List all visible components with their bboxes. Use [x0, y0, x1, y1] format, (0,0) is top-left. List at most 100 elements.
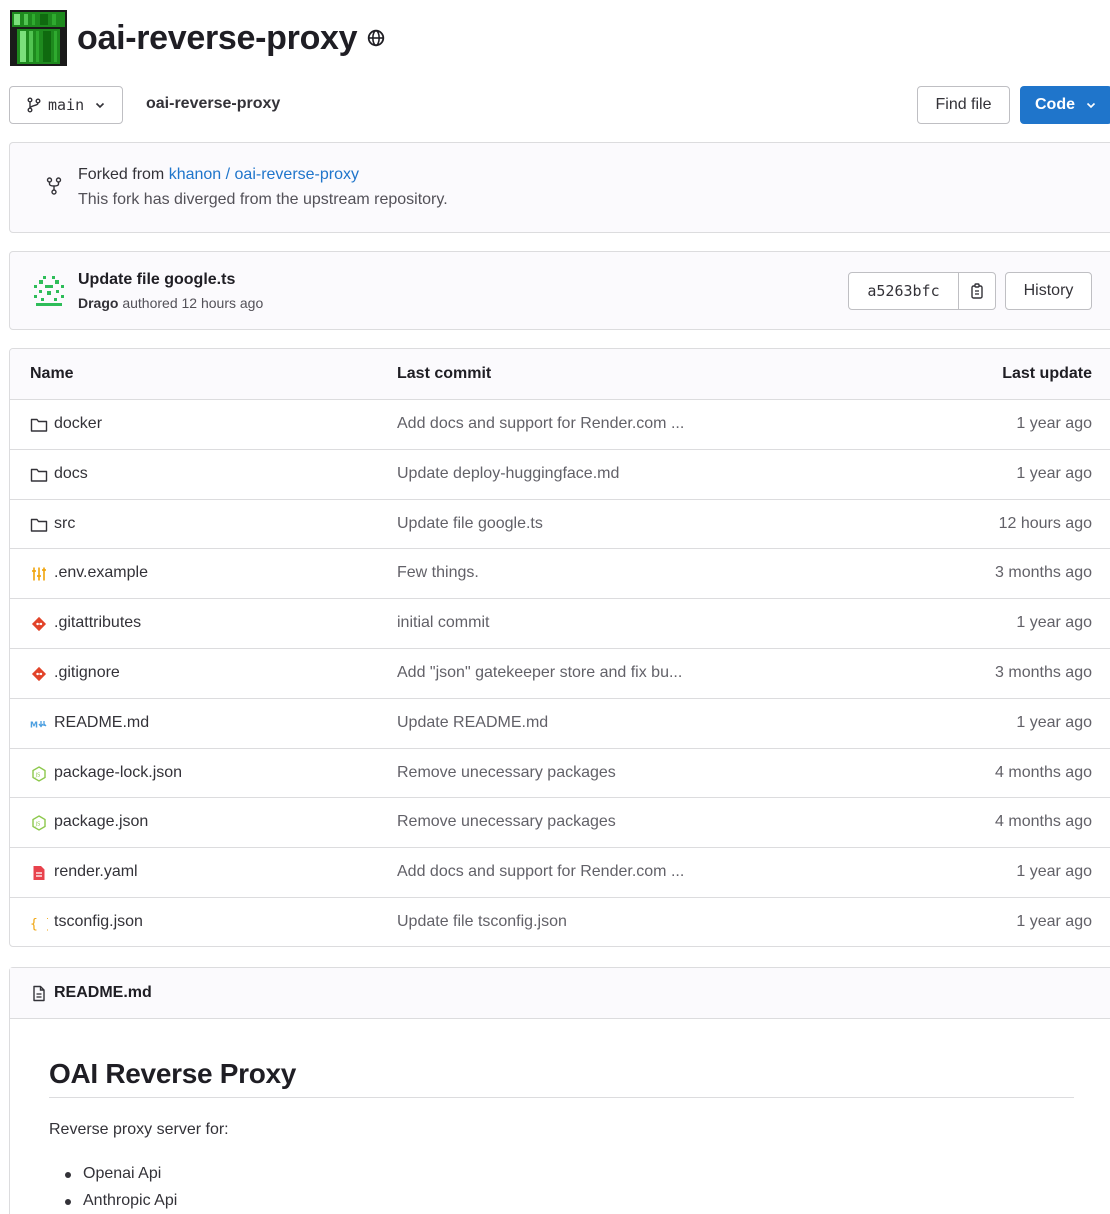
git-icon: [30, 615, 48, 633]
folder-icon: [30, 416, 48, 434]
chevron-down-icon: [96, 102, 105, 109]
commit-meta: Drago authored 12 hours ago: [78, 295, 263, 311]
commit-time: authored 12 hours ago: [118, 295, 264, 311]
readme-header: README.md: [10, 968, 1110, 1019]
nodejs-icon: JS: [30, 814, 48, 832]
header-name: Name: [30, 365, 74, 382]
table-row[interactable]: M README.md Update README.md 1 year ago: [10, 699, 1110, 749]
fork-source-text: Forked from khanon / oai-reverse-proxy: [78, 166, 359, 184]
fork-status: This fork has diverged from the upstream…: [78, 191, 448, 208]
file-table: Name Last commit Last update docker Add d…: [9, 348, 1110, 947]
fork-source-link[interactable]: khanon / oai-reverse-proxy: [169, 166, 359, 183]
branch-selector[interactable]: main: [9, 86, 123, 124]
last-update-time: 3 months ago: [995, 663, 1092, 681]
env-file-icon: [30, 565, 48, 583]
commit-message-link[interactable]: Update file tsconfig.json: [397, 913, 567, 931]
svg-text:JS: JS: [35, 822, 41, 828]
git-icon: [30, 665, 48, 683]
last-update-time: 1 year ago: [1016, 415, 1092, 432]
commit-message-link[interactable]: initial commit: [397, 614, 489, 632]
commit-message-link[interactable]: Few things.: [397, 564, 479, 582]
copy-icon: [971, 283, 983, 299]
commit-sha[interactable]: a5263bfc: [849, 273, 959, 309]
file-name-link[interactable]: .gitignore: [54, 664, 120, 682]
last-update-time: 4 months ago: [995, 813, 1092, 831]
repo-toolbar: main oai-reverse-proxy Find file Code: [9, 86, 1110, 124]
history-button[interactable]: History: [1005, 272, 1092, 310]
last-update-time: 1 year ago: [1016, 863, 1092, 881]
table-row[interactable]: { } tsconfig.json Update file tsconfig.jso…: [10, 898, 1110, 946]
file-name-link[interactable]: package.json: [54, 813, 148, 831]
nodejs-icon: JS: [30, 765, 48, 783]
readme-divider: [49, 1097, 1074, 1098]
globe-icon: [368, 29, 385, 47]
commit-message-link[interactable]: Remove unecessary packages: [397, 813, 616, 831]
header-last-commit: Last commit: [397, 365, 492, 382]
folder-icon: [30, 466, 48, 484]
list-item: Anthropic Api: [62, 1192, 177, 1214]
commit-message-link[interactable]: Add "json" gatekeeper store and fix bu..…: [397, 664, 682, 682]
last-commit: Update file google.ts Drago authored 12 …: [9, 251, 1110, 330]
last-update-time: 3 months ago: [995, 564, 1092, 582]
branch-icon: [27, 97, 41, 113]
last-update-time: 1 year ago: [1016, 713, 1092, 731]
readme-heading: OAI Reverse Proxy: [49, 1058, 297, 1089]
readme-list: Openai Api Anthropic Api: [62, 1165, 177, 1214]
yaml-file-icon: [30, 864, 48, 882]
svg-text:M: M: [30, 720, 38, 729]
table-row[interactable]: .gitattributes initial commit 1 year ago: [10, 599, 1110, 649]
readme-panel: README.md OAI Reverse Proxy Reverse prox…: [9, 967, 1110, 1214]
last-update-time: 1 year ago: [1016, 464, 1092, 482]
table-row[interactable]: src Update file google.ts 12 hours ago: [10, 500, 1110, 550]
table-row[interactable]: .env.example Few things. 3 months ago: [10, 549, 1110, 600]
svg-text:JS: JS: [35, 772, 41, 778]
project-avatar[interactable]: [10, 10, 67, 66]
file-name-link[interactable]: src: [54, 515, 75, 533]
table-row[interactable]: JS package-lock.json Remove unecessary pac…: [10, 749, 1110, 799]
commit-sha-group: a5263bfc: [848, 272, 996, 310]
repo-header: oai-reverse-proxy: [10, 10, 385, 66]
commit-author[interactable]: Drago: [78, 295, 118, 311]
commit-message-link[interactable]: Add docs and support for Render.com ...: [397, 863, 684, 881]
table-header: Name Last commit Last update: [10, 349, 1110, 400]
table-row[interactable]: JS package.json Remove unecessary packages…: [10, 798, 1110, 849]
commit-message-link[interactable]: Add docs and support for Render.com ...: [397, 415, 684, 433]
fork-info: Forked from khanon / oai-reverse-proxy T…: [9, 142, 1110, 233]
last-update-time: 12 hours ago: [998, 514, 1092, 532]
file-name-link[interactable]: .gitattributes: [54, 614, 141, 632]
commit-message-link[interactable]: Update file google.ts: [397, 515, 543, 533]
table-row[interactable]: render.yaml Add docs and support for Rend…: [10, 848, 1110, 898]
repo-title: oai-reverse-proxy: [77, 18, 358, 57]
table-row[interactable]: docker Add docs and support for Render.co…: [10, 400, 1110, 450]
fork-prefix: Forked from: [78, 166, 169, 183]
list-item: Openai Api: [62, 1165, 177, 1192]
table-row[interactable]: .gitignore Add "json" gatekeeper store an…: [10, 649, 1110, 699]
markdown-icon: M: [30, 715, 48, 733]
file-name-link[interactable]: .env.example: [54, 564, 148, 582]
file-name-link[interactable]: render.yaml: [54, 863, 138, 881]
fork-icon: [46, 177, 62, 195]
author-avatar[interactable]: [30, 271, 68, 309]
file-name-link[interactable]: docker: [54, 415, 102, 433]
commit-message-link[interactable]: Update README.md: [397, 714, 548, 732]
file-name-link[interactable]: docs: [54, 465, 88, 483]
last-update-time: 1 year ago: [1016, 912, 1092, 930]
svg-text:{ }: { }: [30, 917, 48, 931]
file-name-link[interactable]: package-lock.json: [54, 764, 182, 782]
code-button-label: Code: [1035, 96, 1075, 113]
table-row[interactable]: docs Update deploy-huggingface.md 1 year a…: [10, 450, 1110, 500]
find-file-button[interactable]: Find file: [917, 86, 1010, 124]
commit-message[interactable]: Update file google.ts: [78, 271, 235, 289]
file-name-link[interactable]: tsconfig.json: [54, 913, 143, 931]
commit-message-link[interactable]: Remove unecessary packages: [397, 764, 616, 782]
file-name-link[interactable]: README.md: [54, 714, 149, 732]
file-icon: [33, 985, 45, 1002]
commit-message-link[interactable]: Update deploy-huggingface.md: [397, 465, 619, 483]
last-update-time: 4 months ago: [995, 763, 1092, 781]
copy-sha-button[interactable]: [959, 273, 995, 309]
readme-filename[interactable]: README.md: [54, 984, 152, 1002]
branch-name: main: [48, 96, 85, 114]
json-icon: { }: [30, 914, 48, 932]
breadcrumb[interactable]: oai-reverse-proxy: [146, 95, 280, 113]
code-button[interactable]: Code: [1020, 86, 1110, 124]
